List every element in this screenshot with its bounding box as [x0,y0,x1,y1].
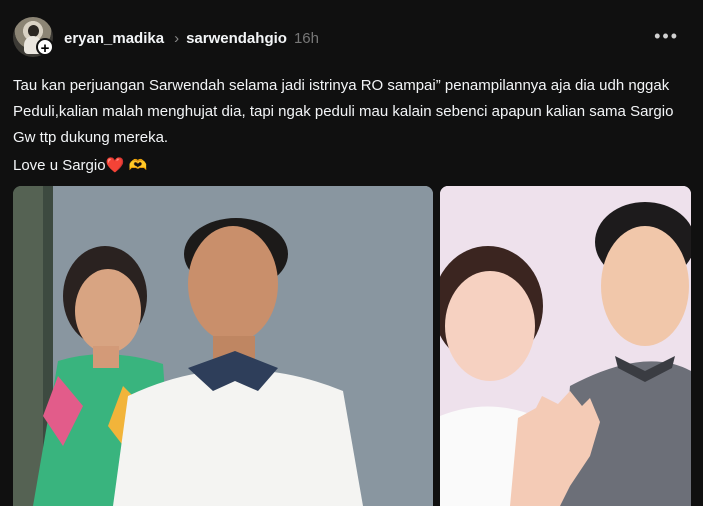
photo-couple-outdoor-art [13,186,433,506]
photo-couple-outdoor[interactable] [13,186,433,506]
heart-hands-emoji: 🫶 [128,157,148,174]
thread-post: + eryan_madika › sarwendahgio 16h ••• Ta… [0,0,703,506]
post-header: eryan_madika › sarwendahgio 16h [64,27,319,49]
chevron-right-icon: › [174,29,180,47]
post-text: Tau kan perjuangan Sarwendah selama jadi… [13,77,674,146]
heart-emoji: ❤️ [105,157,125,174]
reply-to-link[interactable]: sarwendahgio [186,30,287,47]
more-dots-icon[interactable]: ••• [654,27,679,45]
post-time: 16h [293,29,319,47]
photo-couple-selfie-art [440,186,691,506]
photo-couple-selfie[interactable] [440,186,691,506]
post-love-line: Love u Sargio❤️ 🫶 [13,155,147,177]
love-text: Love u Sargio [13,157,106,174]
follow-plus-icon[interactable]: + [36,38,54,57]
username-link[interactable]: eryan_madika [64,30,164,47]
